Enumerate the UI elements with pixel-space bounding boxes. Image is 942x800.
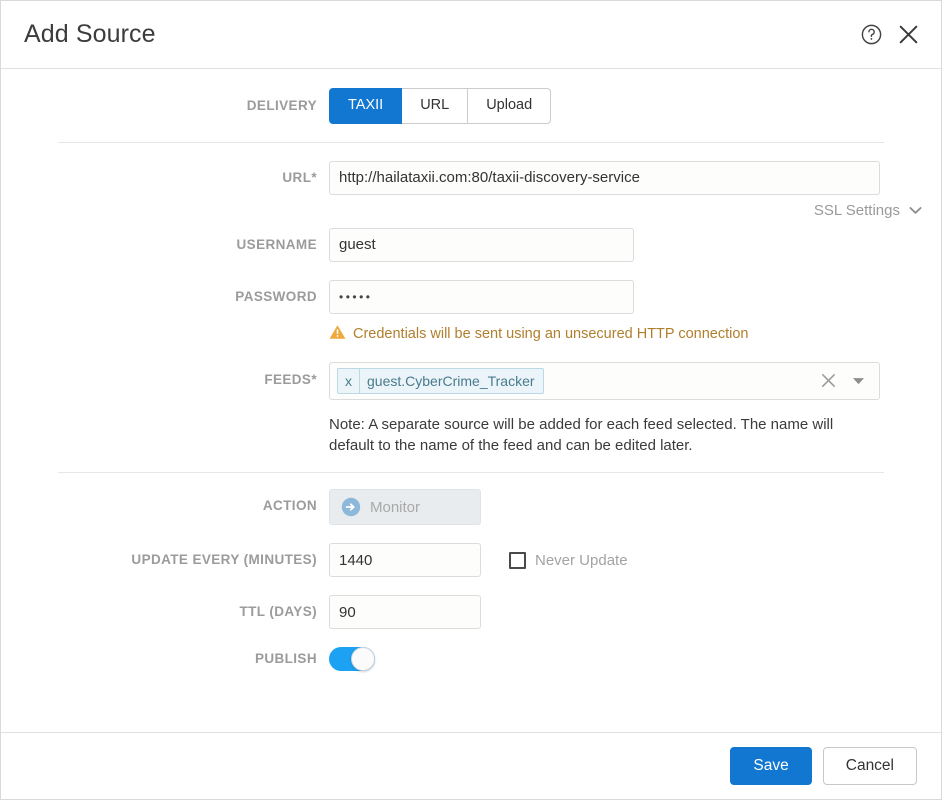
password-input[interactable]: ••••• [329,279,634,314]
dialog-body: Delivery TAXII URL Upload URL* SSL Setti… [1,69,941,732]
feeds-chip-list: x guest.CyberCrime_Tracker [337,367,811,394]
dialog-header: Add Source [1,1,941,69]
action-field-wrap: Monitor [329,489,941,526]
ssl-settings-label: SSL Settings [813,201,900,219]
url-input[interactable] [329,160,880,195]
publish-row: Publish [1,647,941,676]
update-every-field-wrap: Never Update [329,543,941,578]
header-icon-group [860,22,921,47]
chip-remove-icon[interactable]: x [338,368,360,393]
save-button[interactable]: Save [730,746,812,786]
publish-toggle[interactable] [329,647,375,672]
chip-label: guest.CyberCrime_Tracker [367,372,535,389]
never-update-group: Never Update [509,551,628,569]
ttl-input[interactable] [329,595,481,630]
ttl-row: TTL (Days) [1,595,941,630]
ssl-settings-row: SSL Settings [1,202,941,219]
url-row: URL* [1,160,941,195]
feeds-chip: x guest.CyberCrime_Tracker [337,367,544,394]
ssl-settings-toggle[interactable]: SSL Settings [814,202,922,219]
delivery-field: TAXII URL Upload [329,88,941,124]
warning-triangle-icon [329,324,346,344]
username-field-wrap [329,227,941,262]
password-masked-value: ••••• [339,289,373,304]
publish-label: Publish [254,651,317,667]
ttl-label: TTL (Days) [239,604,317,620]
action-label: Action [262,498,317,514]
password-row: Password ••••• Credentials will be sent … [1,279,941,344]
credentials-warning-text: Credentials will be sent using an unsecu… [353,325,749,342]
feeds-field-wrap: x guest.CyberCrime_Tracker Note: A separ… [329,361,941,457]
username-row: Username [1,227,941,262]
help-icon[interactable] [860,23,883,46]
delivery-option-url[interactable]: URL [401,88,469,124]
arrow-right-circle-icon [341,497,361,517]
delivery-button-group: TAXII URL Upload [329,88,552,124]
update-every-label: Update Every (Minutes) [131,552,317,568]
page-title: Add Source [24,20,156,48]
action-value: Monitor [370,498,421,516]
delivery-row: Delivery TAXII URL Upload [1,85,941,124]
cancel-button[interactable]: Cancel [822,746,917,786]
feeds-actions [811,371,873,390]
section-divider-top [58,141,884,143]
section-divider-bottom [58,472,884,474]
feeds-multiselect[interactable]: x guest.CyberCrime_Tracker [329,361,880,400]
username-input[interactable] [329,227,634,262]
password-label: Password [235,288,317,304]
never-update-label: Never Update [535,551,628,569]
dropdown-caret-icon[interactable] [852,377,865,385]
feeds-row: Feeds* x guest.CyberCrime_Tracker [1,361,941,457]
publish-field-wrap [329,647,941,676]
action-row: Action Monitor [1,489,941,526]
delivery-label: Delivery [246,98,317,114]
ttl-field-wrap [329,595,941,630]
update-every-row: Update Every (Minutes) Never Update [1,543,941,578]
action-monitor-button[interactable]: Monitor [329,489,481,526]
credentials-warning: Credentials will be sent using an unsecu… [329,324,921,344]
url-label: URL* [282,169,317,185]
dialog-footer: Save Cancel [1,732,941,799]
clear-all-icon[interactable] [819,371,838,390]
username-label: Username [236,236,317,252]
url-field-wrap [329,160,941,195]
feeds-note: Note: A separate source will be added fo… [329,415,834,454]
delivery-option-upload[interactable]: Upload [467,88,552,124]
update-every-input[interactable] [329,543,481,578]
delivery-option-taxii[interactable]: TAXII [329,88,403,124]
feeds-label: Feeds* [264,371,317,387]
never-update-checkbox[interactable] [509,551,526,569]
password-field-wrap: ••••• Credentials will be sent using an … [329,279,941,344]
close-icon[interactable] [896,22,921,47]
add-source-dialog: Add Source Delivery [0,0,942,800]
chevron-down-icon [909,202,922,219]
toggle-knob [351,647,375,672]
